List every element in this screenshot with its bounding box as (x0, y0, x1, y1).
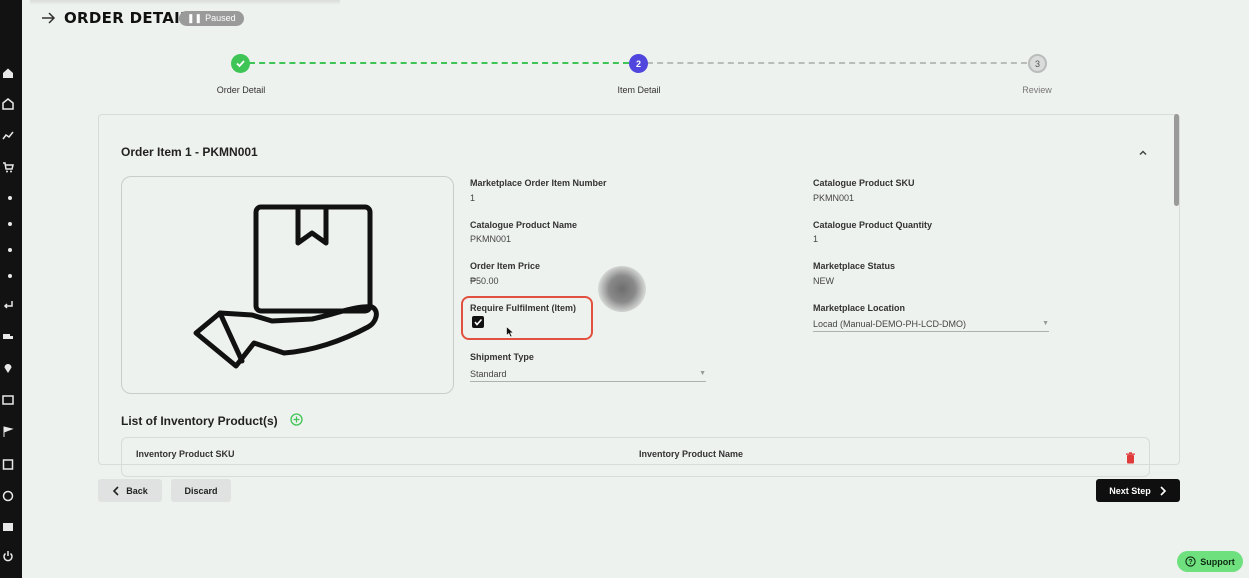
next-step-label: Next Step (1109, 485, 1151, 496)
chevron-right-icon (1160, 485, 1166, 496)
location-pin-icon[interactable] (2, 362, 14, 374)
stepper-line-pending (647, 62, 1027, 64)
require-fulfilment-label: Require Fulfilment (Item) (470, 303, 577, 313)
top-shadow (30, 0, 340, 5)
catalogue-product-sku-value: PKMN001 (813, 193, 855, 203)
catalogue-product-sku-label: Catalogue Product SKU (813, 178, 915, 188)
shipment-type-select[interactable]: Standard ▼ (470, 366, 706, 382)
inbox-icon[interactable] (2, 394, 14, 406)
caret-down-icon: ▼ (699, 370, 706, 377)
shipment-type-label: Shipment Type (470, 352, 534, 362)
marketplace-location-label: Marketplace Location (813, 303, 906, 313)
catalogue-product-name-value: PKMN001 (470, 234, 512, 244)
require-fulfilment-checkbox[interactable] (472, 316, 484, 328)
step-1-circle[interactable] (231, 54, 250, 73)
return-icon[interactable] (2, 299, 14, 311)
caret-down-icon: ▼ (1042, 320, 1049, 327)
check-icon (236, 60, 245, 68)
trash-icon[interactable] (1125, 451, 1136, 464)
cart-icon[interactable] (2, 161, 14, 173)
status-badge: ❚❚ Paused (179, 11, 244, 26)
marketplace-order-item-number-label: Marketplace Order Item Number (470, 178, 607, 188)
step-2-circle[interactable]: 2 (629, 54, 648, 73)
catalogue-product-quantity-label: Catalogue Product Quantity (813, 220, 933, 230)
pause-icon: ❚❚ (187, 13, 203, 23)
support-button[interactable]: ? Support (1177, 551, 1243, 572)
app-sidebar (0, 0, 22, 578)
marketplace-order-item-number-value: 1 (470, 193, 476, 203)
discard-button[interactable]: Discard (171, 479, 231, 502)
back-button-label: Back (126, 485, 148, 496)
marketplace-status-value: NEW (813, 276, 834, 286)
inventory-sku-column-header: Inventory Product SKU (136, 449, 235, 459)
power-icon[interactable] (2, 550, 14, 562)
catalogue-product-quantity-value: 1 (813, 234, 819, 244)
svg-text:?: ? (1189, 559, 1193, 566)
back-button[interactable]: Back (98, 479, 162, 502)
submenu-dot-icon[interactable] (8, 274, 12, 278)
page-title: ORDER DETAIL (64, 9, 190, 27)
marketplace-status-label: Marketplace Status (813, 261, 896, 271)
submenu-dot-icon[interactable] (8, 222, 12, 226)
stepper-line-complete (249, 62, 629, 64)
step-3-label: Review (1022, 85, 1052, 95)
step-2-label: Item Detail (617, 85, 661, 95)
step-3-circle[interactable]: 3 (1028, 54, 1047, 73)
chevron-left-icon (113, 485, 119, 496)
checkmark-icon (474, 318, 483, 326)
home-icon[interactable] (2, 67, 14, 79)
analytics-icon[interactable] (2, 129, 14, 141)
inventory-list-title: List of Inventory Product(s) (121, 414, 278, 428)
box-icon[interactable] (2, 458, 14, 470)
status-badge-label: Paused (205, 13, 236, 23)
submenu-dot-icon[interactable] (8, 248, 12, 252)
warehouse-icon[interactable] (2, 98, 14, 110)
billing-icon[interactable] (2, 521, 14, 533)
product-image-box (121, 176, 454, 394)
marketplace-location-select[interactable]: Locad (Manual-DEMO-PH-LCD-DMO) ▼ (813, 316, 1049, 332)
help-icon: ? (1185, 556, 1196, 567)
marketplace-location-value: Locad (Manual-DEMO-PH-LCD-DMO) (813, 318, 967, 329)
flag-icon[interactable] (2, 426, 14, 438)
truck-icon[interactable] (2, 331, 14, 343)
shipment-type-value: Standard (470, 368, 507, 379)
catalogue-product-name-label: Catalogue Product Name (470, 220, 578, 230)
order-item-title: Order Item 1 - PKMN001 (121, 145, 258, 159)
order-item-price-label: Order Item Price (470, 261, 541, 271)
cursor-click-indicator (598, 266, 646, 312)
inventory-table (121, 437, 1150, 477)
clock-icon[interactable] (2, 490, 14, 502)
chevron-up-icon[interactable] (1137, 146, 1149, 158)
package-in-hand-icon (193, 204, 379, 369)
step-1-label: Order Detail (216, 85, 266, 95)
submenu-dot-icon[interactable] (8, 196, 12, 200)
inventory-name-column-header: Inventory Product Name (639, 449, 744, 459)
support-label: Support (1200, 556, 1235, 567)
order-item-price-value: ₱50.00 (470, 276, 499, 286)
mouse-pointer-icon (506, 325, 515, 338)
add-inventory-icon[interactable] (290, 413, 303, 426)
next-step-button[interactable]: Next Step (1096, 479, 1180, 502)
back-arrow-icon[interactable] (40, 10, 56, 26)
card-scrollbar[interactable] (1174, 114, 1179, 206)
